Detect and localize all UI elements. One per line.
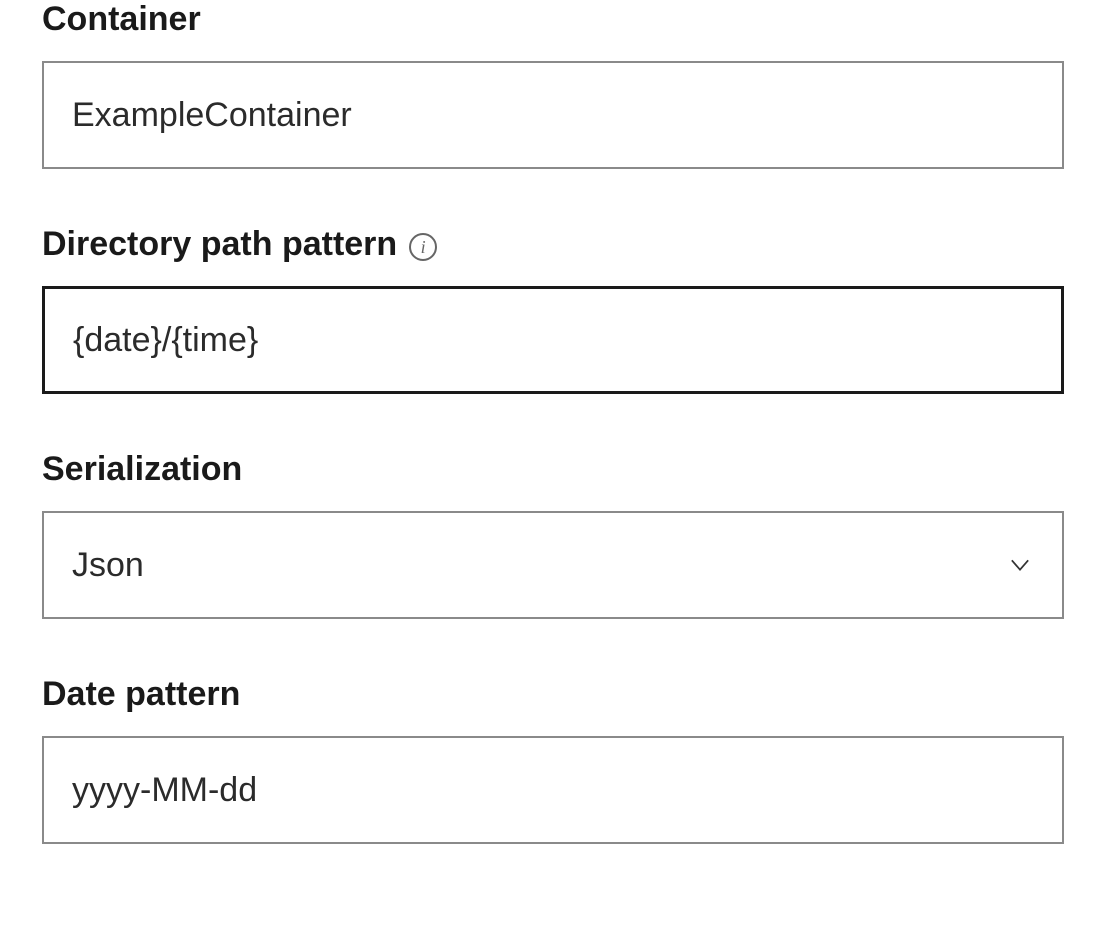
directory-input[interactable]: [42, 286, 1064, 394]
serialization-field-group: Serialization: [42, 450, 1064, 619]
directory-label: Directory path pattern i: [42, 225, 1064, 264]
serialization-select[interactable]: [42, 511, 1064, 619]
date-pattern-label: Date pattern: [42, 675, 1064, 714]
date-pattern-field-group: Date pattern: [42, 675, 1064, 844]
info-icon[interactable]: i: [409, 233, 437, 261]
container-field-group: Container: [42, 0, 1064, 169]
container-input[interactable]: [42, 61, 1064, 169]
serialization-label: Serialization: [42, 450, 1064, 489]
date-pattern-label-text: Date pattern: [42, 675, 240, 714]
container-label: Container: [42, 0, 1064, 39]
container-label-text: Container: [42, 0, 201, 39]
serialization-select-wrapper: [42, 511, 1064, 619]
serialization-label-text: Serialization: [42, 450, 242, 489]
directory-field-group: Directory path pattern i: [42, 225, 1064, 394]
date-pattern-input[interactable]: [42, 736, 1064, 844]
form-container: Container Directory path pattern i Seria…: [0, 0, 1106, 940]
directory-label-text: Directory path pattern: [42, 225, 397, 264]
